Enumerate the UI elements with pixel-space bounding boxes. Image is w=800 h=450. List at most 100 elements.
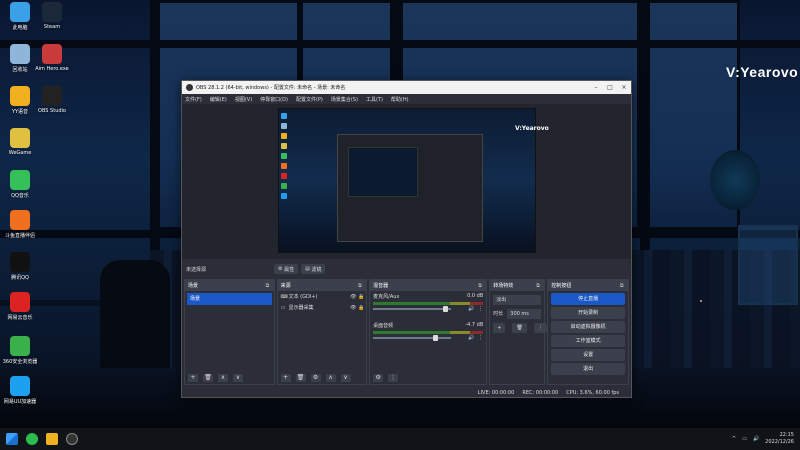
studio-mode-button[interactable]: 工作室模式: [551, 335, 625, 347]
menu-profile[interactable]: 配置文件(P): [296, 96, 323, 103]
watermark-text: V:Yearovo: [726, 64, 799, 80]
dock-undock-icon[interactable]: ⧉: [478, 283, 486, 289]
volume-knob[interactable]: [433, 335, 439, 341]
steam-icon: [42, 2, 62, 22]
clock[interactable]: 22:15 2022/12/26: [765, 432, 794, 446]
settings-button[interactable]: 设置: [551, 349, 625, 361]
add-transition-icon[interactable]: +: [493, 322, 506, 333]
preview-area[interactable]: V:Yearovo: [182, 104, 631, 259]
controls-dock: 控制按钮 ⧉ 停止直播 开始录制 启动虚拟摄像机 工作室模式 设置 退出: [547, 279, 629, 385]
source-settings-icon[interactable]: ⚙: [310, 374, 321, 382]
remove-source-icon[interactable]: 🗑: [295, 374, 306, 382]
move-down-icon[interactable]: ∨: [233, 374, 243, 382]
advanced-audio-icon[interactable]: ⚙: [373, 374, 384, 382]
wechat-icon[interactable]: [26, 433, 38, 445]
douyu-icon: [10, 210, 30, 230]
properties-button[interactable]: ⚙ 属性: [274, 264, 299, 274]
chevron-up-icon[interactable]: ^: [732, 436, 736, 442]
menu-scene-collection[interactable]: 场景集合(S): [331, 96, 358, 103]
source-item-monitor[interactable]: ▭ 显示器采集 👁 🔒: [278, 302, 367, 313]
menu-view[interactable]: 视图(V): [235, 96, 252, 103]
volume-knob[interactable]: [442, 306, 448, 312]
yy-taskbar-icon[interactable]: [46, 433, 58, 445]
lock-icon[interactable]: 🔒: [358, 305, 366, 311]
properties-label: 属性: [284, 266, 295, 273]
lock-icon[interactable]: 🔒: [358, 294, 366, 300]
live-status: LIVE: 00:00:00: [477, 389, 515, 396]
remove-transition-icon[interactable]: 🗑: [512, 322, 527, 333]
windows-start-icon[interactable]: [6, 433, 18, 445]
scene-item[interactable]: 场景: [187, 293, 272, 305]
desktop-shortcut[interactable]: 斗鱼直播伴侣: [2, 210, 38, 239]
add-source-icon[interactable]: +: [280, 374, 291, 382]
desktop-shortcut[interactable]: Steam: [34, 2, 70, 30]
obs-taskbar-icon[interactable]: [66, 433, 78, 445]
start-virtual-camera-button[interactable]: 启动虚拟摄像机: [551, 321, 625, 333]
system-tray: ^ ▭ 🔊 22:15 2022/12/26: [732, 432, 794, 446]
desktop-shortcut[interactable]: YY语音: [2, 86, 38, 115]
desktop-shortcut[interactable]: 网易云音乐: [2, 292, 38, 321]
desktop-shortcut[interactable]: 360安全浏览器: [2, 336, 38, 365]
desktop-shortcut[interactable]: 回收站: [2, 44, 38, 73]
close-icon[interactable]: ×: [617, 84, 631, 91]
transition-select[interactable]: 淡出: [493, 294, 542, 305]
preview-nested-obs: [337, 134, 483, 242]
mixer-menu-icon[interactable]: ⋮: [388, 374, 399, 382]
desktop-shortcut[interactable]: Aim Hero.exe: [34, 44, 70, 72]
channel-name: 麦克风/Aux: [373, 294, 400, 300]
dock-undock-icon[interactable]: ⧉: [536, 283, 544, 289]
taskbar: ^ ▭ 🔊 22:15 2022/12/26: [0, 428, 800, 450]
minimize-icon[interactable]: –: [589, 84, 603, 91]
remove-scene-icon[interactable]: 🗑: [203, 374, 213, 382]
monitor-icon: ▭: [280, 304, 286, 311]
source-item-text[interactable]: ⌨ 文本 (GDI+) 👁 🔒: [278, 291, 367, 302]
desktop-shortcut[interactable]: QQ音乐: [2, 170, 38, 199]
cpu-status: CPU: 3.6%, 60.00 fps: [566, 389, 619, 396]
obs-app-icon: [186, 84, 193, 91]
desktop-shortcut[interactable]: 腾讯QQ: [2, 252, 38, 281]
filters-button[interactable]: ▤ 滤镜: [301, 264, 326, 274]
recycle-bin-icon: [10, 44, 30, 64]
rec-status: REC: 00:00:00: [522, 389, 559, 396]
duration-input[interactable]: 300 ms: [507, 308, 542, 319]
move-up-icon[interactable]: ∧: [325, 374, 336, 382]
controls-title: 控制按钮: [551, 283, 572, 289]
more-icon[interactable]: ⋮: [478, 335, 483, 341]
volume-icon[interactable]: 🔊: [753, 436, 759, 442]
transition-menu-icon[interactable]: ⋮: [533, 322, 547, 333]
move-up-icon[interactable]: ∧: [218, 374, 228, 382]
desktop-shortcut-label: QQ音乐: [11, 193, 29, 199]
more-icon[interactable]: ⋮: [478, 306, 483, 312]
add-scene-icon[interactable]: +: [188, 374, 198, 382]
stop-streaming-button[interactable]: 停止直播: [551, 293, 625, 305]
move-down-icon[interactable]: ∨: [340, 374, 351, 382]
menu-tools[interactable]: 工具(T): [366, 96, 383, 103]
network-icon[interactable]: ▭: [742, 436, 747, 442]
desktop-shortcut[interactable]: OBS Studio: [34, 86, 70, 114]
desktop-shortcut[interactable]: WeGame: [2, 128, 38, 156]
desktop-shortcut[interactable]: 网易UU加速器: [2, 376, 38, 405]
exit-button[interactable]: 退出: [551, 363, 625, 375]
menu-docks[interactable]: 停靠窗口(D): [260, 96, 288, 103]
menu-help[interactable]: 帮助(H): [391, 96, 409, 103]
obs-titlebar[interactable]: OBS 28.1.2 (64-bit, windows) - 配置文件: 未命名…: [182, 81, 631, 94]
dock-undock-icon[interactable]: ⧉: [358, 283, 366, 289]
volume-slider[interactable]: [373, 335, 452, 341]
eye-icon[interactable]: 👁: [350, 294, 358, 300]
desktop-shortcut[interactable]: 此电脑: [2, 2, 38, 31]
desktop-shortcut-label: 360安全浏览器: [2, 359, 38, 365]
dock-undock-icon[interactable]: ⧉: [266, 283, 274, 289]
source-name: 文本 (GDI+): [288, 294, 318, 300]
preview-canvas: V:Yearovo: [278, 108, 549, 253]
maximize-icon[interactable]: □: [603, 84, 617, 91]
menu-file[interactable]: 文件(F): [185, 96, 202, 103]
dock-undock-icon[interactable]: ⧉: [620, 283, 628, 289]
speaker-icon[interactable]: 🔊: [468, 306, 474, 312]
speaker-icon[interactable]: 🔊: [468, 335, 474, 341]
menu-edit[interactable]: 编辑(E): [210, 96, 227, 103]
start-recording-button[interactable]: 开始录制: [551, 307, 625, 319]
obs-window[interactable]: OBS 28.1.2 (64-bit, windows) - 配置文件: 未命名…: [181, 80, 632, 398]
eye-icon[interactable]: 👁: [350, 305, 358, 311]
volume-slider[interactable]: [373, 306, 452, 312]
transitions-dock: 转场特效 ⧉ 淡出 时长 300 ms + 🗑 ⋮: [489, 279, 547, 385]
